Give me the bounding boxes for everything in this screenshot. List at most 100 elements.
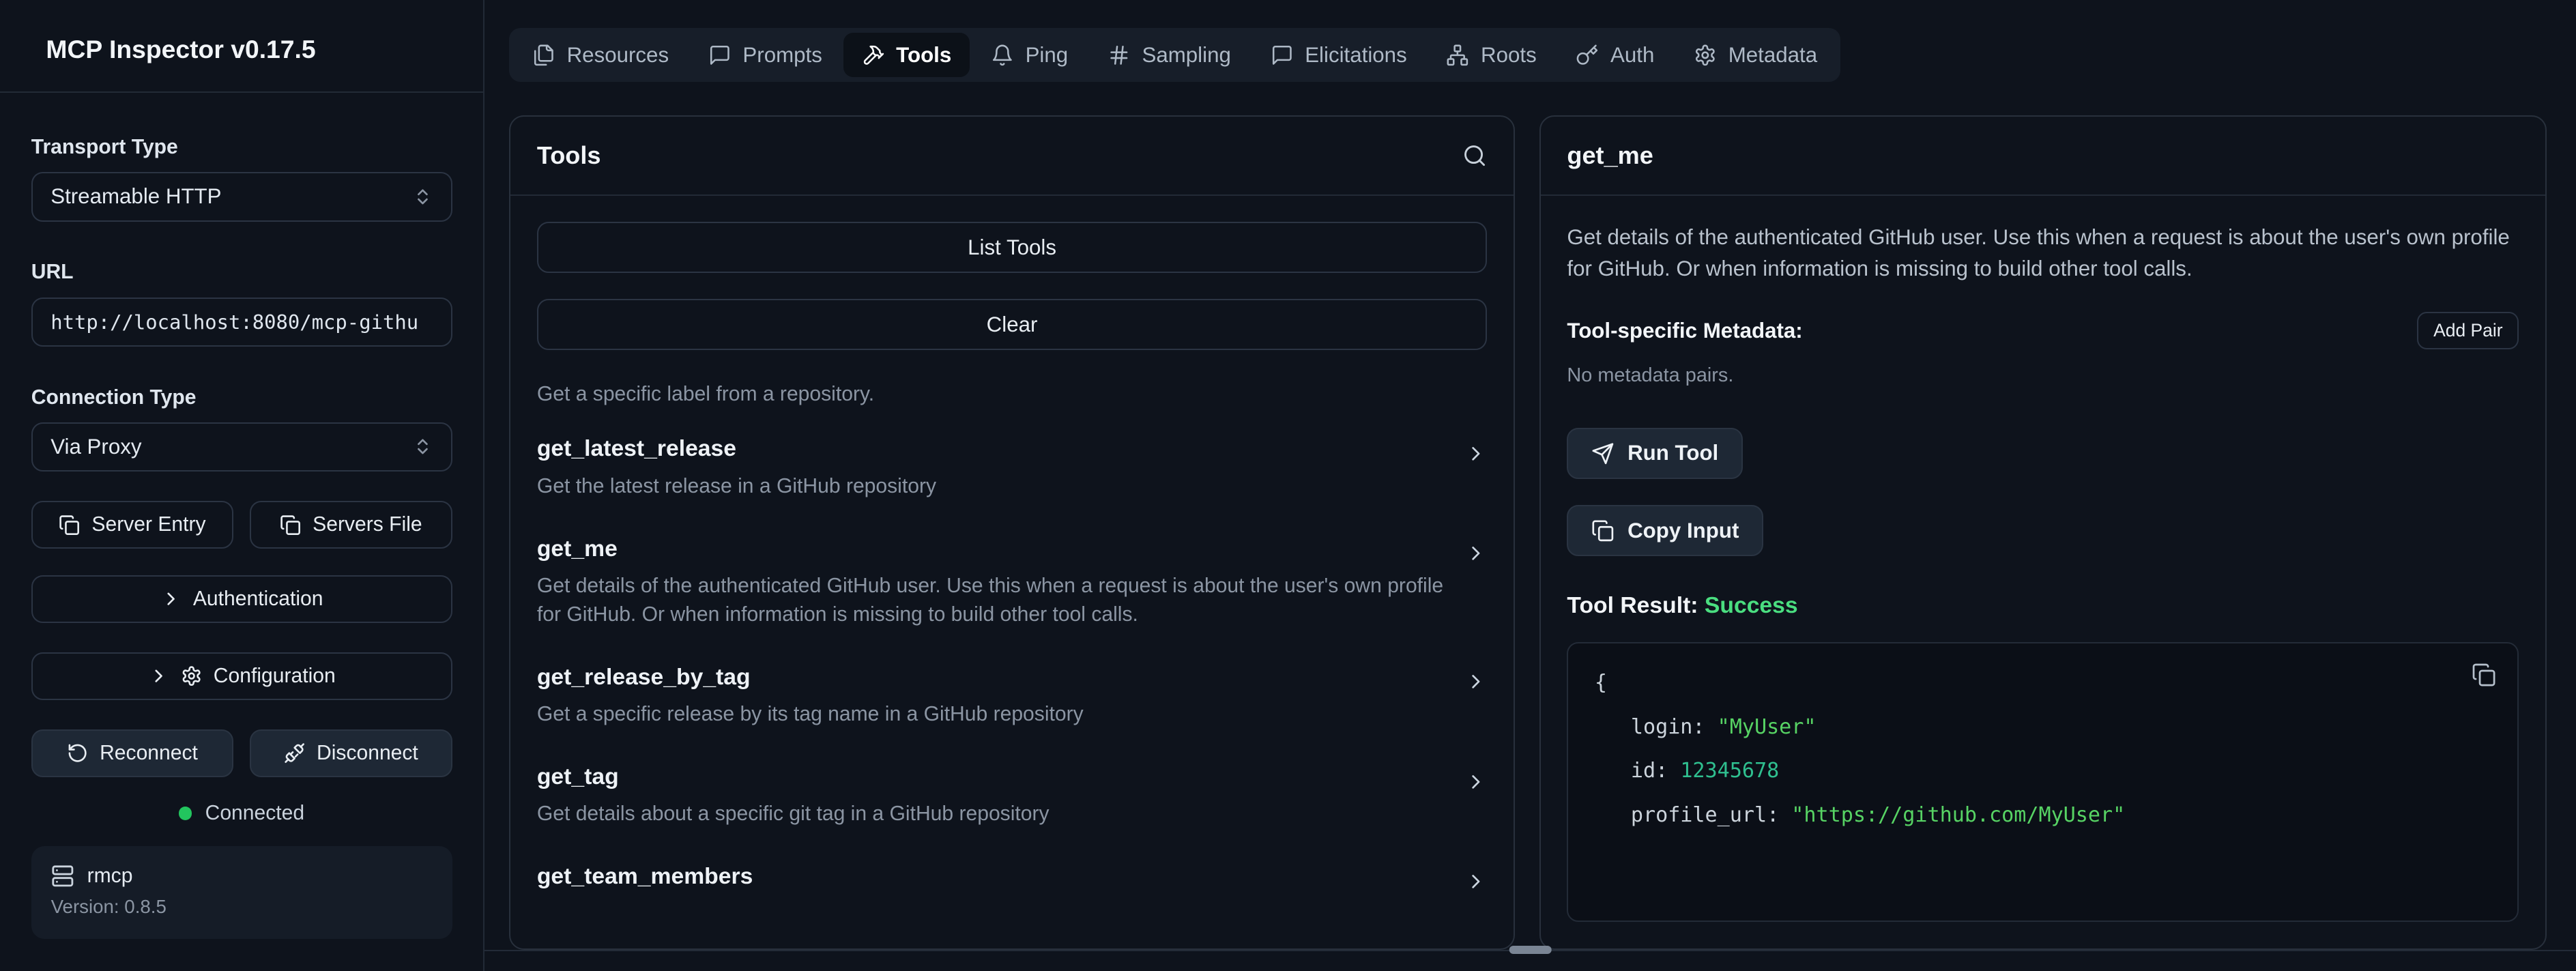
tool-name: get_latest_release [537,435,936,462]
tool-description: Get a specific release by its tag name i… [537,700,1084,729]
tool-row-get_tag[interactable]: get_tag Get details about a specific git… [537,740,1487,840]
authentication-toggle[interactable]: Authentication [31,575,452,623]
transport-type-select[interactable]: Streamable HTTP [31,172,452,221]
tool-row-get_release_by_tag[interactable]: get_release_by_tag Get a specific releas… [537,641,1487,740]
reconnect-button[interactable]: Reconnect [31,729,233,777]
configuration-toggle[interactable]: Configuration [31,652,452,700]
tool-text: get_tag Get details about a specific git… [537,764,1050,829]
run-tool-label: Run Tool [1627,441,1718,465]
resources-icon [532,44,555,67]
result-lines: login: "MyUser" id: 12345678 profile_url… [1595,706,2491,838]
sampling-icon [1108,44,1131,67]
tool-intro-text: Get a specific label from a repository. [537,383,1487,406]
disconnect-label: Disconnect [317,742,418,765]
result-value: 12345678 [1680,759,1779,783]
tool-description: Get details of the authenticated GitHub … [537,572,1445,629]
chevron-right-icon [1464,542,1488,565]
unplug-icon [284,742,305,764]
server-name: rmcp [87,865,133,888]
gear-icon [181,665,202,686]
metadata-label: Tool-specific Metadata: [1567,319,1802,343]
tab-auth[interactable]: Auth [1558,33,1673,77]
tool-row-get_me[interactable]: get_me Get details of the authenticated … [537,512,1487,641]
servers-file-button[interactable]: Servers File [250,501,452,549]
tab-roots[interactable]: Roots [1428,33,1554,77]
main-area: Resources Prompts Tools Ping Sampling El… [484,0,2576,971]
server-icon [51,865,74,888]
server-version: Version: 0.8.5 [51,896,433,918]
copy-input-label: Copy Input [1627,519,1739,543]
metadata-row: Tool-specific Metadata: Add Pair [1567,312,2519,349]
copy-input-button[interactable]: Copy Input [1567,505,1763,556]
tool-description: Get the latest release in a GitHub repos… [537,472,936,501]
list-tools-button[interactable]: List Tools [537,222,1487,273]
tool-text: get_latest_release Get the latest releas… [537,435,936,501]
search-icon[interactable] [1462,143,1487,168]
url-input[interactable] [31,298,452,347]
result-value: "MyUser" [1718,715,1817,739]
servers-file-label: Servers File [313,513,422,536]
connection-buttons: Reconnect Disconnect [31,729,452,777]
tab-ping[interactable]: Ping [973,33,1086,77]
sidebar: MCP Inspector v0.17.5 Transport Type Str… [0,0,484,971]
connection-type-select[interactable]: Via Proxy [31,422,452,472]
tab-sampling[interactable]: Sampling [1089,33,1249,77]
sidebar-header: MCP Inspector v0.17.5 [0,0,483,93]
result-key: login: [1631,715,1718,739]
tab-label: Tools [896,43,951,68]
detail-body: Get details of the authenticated GitHub … [1541,196,2545,948]
add-pair-button[interactable]: Add Pair [2417,312,2519,349]
server-card: rmcp Version: 0.8.5 [31,846,452,939]
content: Tools List Tools Clear Get a specific la… [509,115,2546,950]
copy-icon[interactable] [2472,663,2496,687]
tool-text: get_release_by_tag Get a specific releas… [537,664,1084,729]
tab-resources[interactable]: Resources [515,33,687,77]
send-icon [1591,442,1615,465]
result-line: id: 12345678 [1595,749,2491,794]
tab-metadata[interactable]: Metadata [1676,33,1836,77]
tool-description: Get details about a specific git tag in … [537,800,1050,828]
tab-elicitations[interactable]: Elicitations [1252,33,1425,77]
tab-tools[interactable]: Tools [843,33,970,77]
chevron-right-icon [1464,442,1488,465]
chevron-right-icon [160,588,182,609]
chevrons-up-down-icon [413,187,433,207]
server-entry-label: Server Entry [91,513,205,536]
app-title: MCP Inspector v0.17.5 [46,35,437,64]
result-label-text: Tool Result: [1567,592,1698,618]
copy-icon [280,515,301,536]
tool-row-get_team_members[interactable]: get_team_members [537,840,1487,904]
tool-name: get_tag [537,764,1050,790]
status-dot [179,807,192,820]
server-entry-button[interactable]: Server Entry [31,501,233,549]
prompts-icon [708,44,732,67]
elicitations-icon [1271,44,1294,67]
tab-prompts[interactable]: Prompts [690,33,840,77]
tab-label: Sampling [1142,43,1230,68]
detail-panel-header: get_me [1541,117,2545,196]
app-window: MCP Inspector v0.17.5 Transport Type Str… [0,0,2576,971]
server-name-row: rmcp [51,865,433,888]
chevron-right-icon [1464,770,1488,794]
tools-icon [862,44,885,67]
clear-button[interactable]: Clear [537,299,1487,350]
metadata-icon [1694,44,1717,67]
run-tool-button[interactable]: Run Tool [1567,428,1743,479]
tool-text: get_team_members [537,863,753,890]
connection-type-label: Connection Type [31,386,452,409]
tool-detail-panel: get_me Get details of the authenticated … [1539,115,2547,950]
roots-icon [1446,44,1469,67]
tool-text: get_me Get details of the authenticated … [537,536,1445,630]
copy-icon [59,515,80,536]
url-label: URL [31,261,452,284]
tools-panel-header: Tools [510,117,1513,196]
tab-label: Resources [567,43,669,68]
tab-label: Ping [1026,43,1069,68]
disconnect-button[interactable]: Disconnect [250,729,452,777]
splitter-handle[interactable] [1509,946,1552,954]
tab-label: Metadata [1728,43,1817,68]
tool-row-get_latest_release[interactable]: get_latest_release Get the latest releas… [537,413,1487,512]
reconnect-label: Reconnect [100,742,198,765]
tool-result-label: Tool Result: Success [1567,592,2519,619]
chevrons-up-down-icon [413,437,433,456]
